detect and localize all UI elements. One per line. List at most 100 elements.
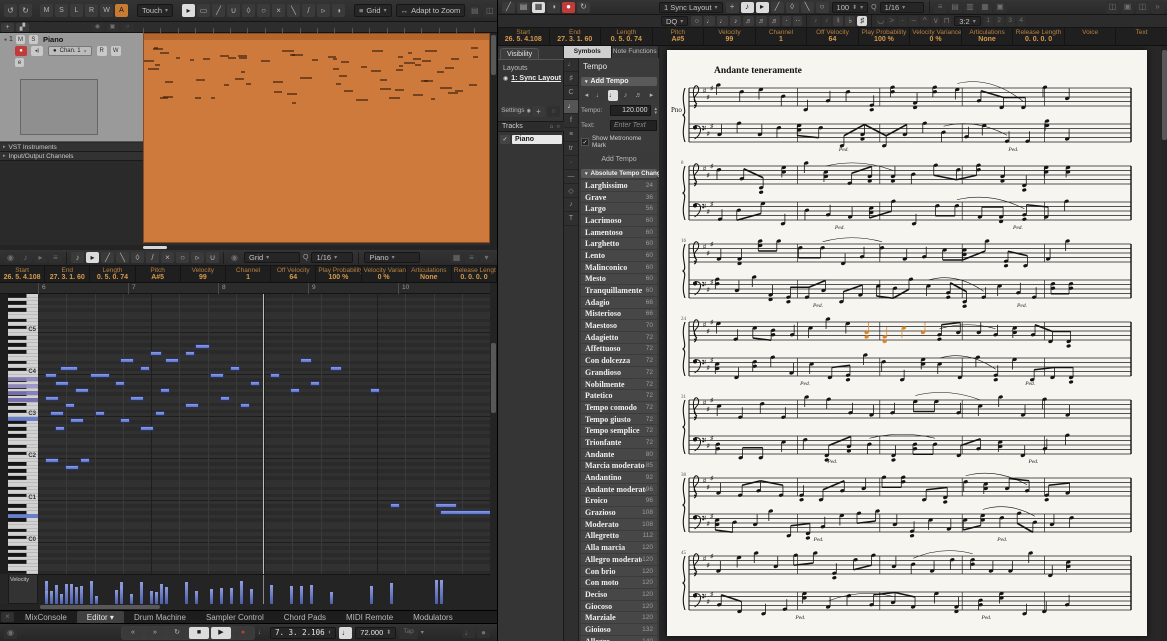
clef-icon[interactable]: ♩ <box>564 58 578 72</box>
up-bow-button[interactable]: ∨ <box>931 16 941 26</box>
note-grid[interactable] <box>38 294 490 574</box>
flag-tool[interactable]: ▹ <box>191 252 204 263</box>
midi-note[interactable] <box>435 503 457 508</box>
score-system[interactable]: ♯♯♯♯♯♯Ped. Ped.45 <box>679 548 1139 622</box>
close-icon[interactable]: × <box>1 612 14 622</box>
split-tool[interactable]: ╱ <box>212 4 226 17</box>
layout-select[interactable]: 1 Sync Layout ▾ <box>659 1 723 13</box>
velocity-bar[interactable] <box>75 587 78 604</box>
midi-note[interactable] <box>45 396 59 401</box>
midi-note[interactable] <box>290 388 300 393</box>
articulations-icon[interactable]: · <box>564 156 578 170</box>
tab-drum-machine[interactable]: Drum Machine <box>124 611 196 624</box>
hand-tool[interactable]: + <box>725 1 739 13</box>
visibility-tab[interactable]: Visibility <box>500 48 540 59</box>
object-select-tool[interactable]: ▸ <box>182 4 196 17</box>
info-field-play-probability[interactable]: Play Probability 100 % <box>859 28 911 45</box>
score-system[interactable]: ♯♯♯♯♯♯Ped. Ped.16 <box>679 236 1139 310</box>
tempo-preset-item[interactable]: Allegro140 <box>581 635 657 641</box>
tempo-preset-item[interactable]: Eroico 96 <box>581 495 657 507</box>
tempo-preset-item[interactable]: Alla marcia 120 <box>581 542 657 553</box>
mute-tool[interactable]: × <box>272 4 286 17</box>
piano-keyboard[interactable]: C5 C4 C3 C2 C1 C0 <box>8 294 38 574</box>
sixty-fourth-note-button[interactable]: ♬ <box>769 16 781 26</box>
tempo-preset-item[interactable]: Grazioso 108 <box>581 507 657 518</box>
layout-radio-icon[interactable]: ◉ <box>503 75 508 82</box>
zoom-stepper[interactable]: ⬍ <box>852 4 857 11</box>
state-button-w[interactable]: W <box>100 4 113 17</box>
midi-note[interactable] <box>330 366 342 371</box>
midi-note[interactable] <box>45 458 59 463</box>
edit-mode-icon[interactable]: ▦ <box>532 1 545 13</box>
info-field-velocity[interactable]: Velocity 99 <box>704 28 756 45</box>
tempo-preset-item[interactable]: Larghissimo 24 <box>581 180 657 191</box>
chevron-down-icon[interactable]: ▾ <box>421 629 424 636</box>
midi-note[interactable] <box>130 396 144 401</box>
tempo-preset-item[interactable]: Larghetto 60 <box>581 238 657 250</box>
go-previous-button[interactable]: « <box>123 626 143 639</box>
velocity-bar[interactable] <box>65 584 68 604</box>
midi-note[interactable] <box>440 510 490 515</box>
tenuto-button[interactable]: – <box>909 16 919 26</box>
erase-tool[interactable]: ◊ <box>242 4 256 17</box>
colors-icon[interactable]: ▤ <box>948 1 962 13</box>
midi-note[interactable] <box>115 381 125 386</box>
score-system[interactable]: ♯♯♯♯♯♯Ped. Ped.31 <box>679 392 1139 466</box>
left-zone-icon[interactable]: ◫ <box>483 4 497 17</box>
range-select-tool[interactable]: ▭ <box>197 4 211 17</box>
midi-note[interactable] <box>55 381 69 386</box>
half-note-button[interactable]: ♩ <box>704 16 716 26</box>
lock-icon[interactable]: ▣ <box>993 1 1007 13</box>
symbols-icon[interactable]: ◇ <box>564 184 578 198</box>
tuplet-select[interactable]: 3:2 ▾ <box>954 16 981 26</box>
tempo-preset-item[interactable]: Andante moderato 96 <box>581 483 657 495</box>
midi-note[interactable] <box>310 381 320 386</box>
info-field-articulations[interactable]: Articulations None <box>962 28 1014 45</box>
info-field-velocity-variance[interactable]: Velocity Variance0 % <box>362 266 407 282</box>
quantize-select[interactable]: 1/16 ▾ <box>879 1 924 13</box>
lines-icon[interactable]: — <box>564 170 578 184</box>
tempo-preset-item[interactable]: Trionfante 72 <box>581 437 657 448</box>
add-tempo-button[interactable]: Add Tempo <box>581 153 657 165</box>
info-field-channel[interactable]: Channel 1 <box>756 28 808 45</box>
autoscroll-icon[interactable]: ▸ <box>34 252 47 263</box>
velocity-bar[interactable] <box>390 583 393 604</box>
tempo-preset-item[interactable]: Nobilmente 72 <box>581 378 657 390</box>
zoom-tool[interactable]: ○ <box>815 1 829 13</box>
filters-icon[interactable]: ≡ <box>933 1 947 13</box>
tempo-display[interactable]: 72.000 ⬍ <box>355 626 397 639</box>
tempo-preset-item[interactable]: Deciso 120 <box>581 589 657 600</box>
velocity-bar[interactable] <box>165 587 168 604</box>
tempo-preset-item[interactable]: Affettuoso 72 <box>581 343 657 355</box>
tab-modulators[interactable]: Modulators <box>403 611 463 624</box>
velocity-bar[interactable] <box>330 592 333 604</box>
note-value-next-button[interactable]: ▸ <box>646 90 657 101</box>
midi-note[interactable] <box>50 411 64 416</box>
midi-note[interactable] <box>230 366 240 371</box>
tab-sampler-control[interactable]: Sampler Control <box>196 611 274 624</box>
double-dot-button[interactable]: ·· <box>793 16 803 26</box>
settings-icon[interactable]: ▾ <box>480 252 493 263</box>
midi-note[interactable] <box>240 403 250 408</box>
midi-activity-icon[interactable]: ◉ <box>4 626 17 639</box>
info-field-length[interactable]: Length 0. 5. 0. 74 <box>90 266 136 282</box>
tempo-value-field[interactable]: 120.000 <box>610 105 652 116</box>
tempo-preset-item[interactable]: Adagio 66 <box>581 296 657 308</box>
score-view[interactable]: Andante teneramente Pno ♯ ♯ ♯ ♯ ♯ ♯ Ped. Ped. ♯ ♯… <box>659 46 1161 641</box>
feedback-icon[interactable]: ♪ <box>19 252 32 263</box>
staccato-button[interactable]: · <box>898 16 908 26</box>
velocity-bar[interactable] <box>120 586 123 604</box>
precount-icon[interactable]: ● <box>477 627 490 638</box>
midi-note[interactable] <box>140 366 150 371</box>
position-display[interactable]: 7. 3. 2.106 ⬍ <box>270 626 337 639</box>
midi-note[interactable] <box>95 411 105 416</box>
erase-tool[interactable]: ◊ <box>785 1 799 13</box>
use-sizes-icon[interactable]: ▞ <box>16 22 29 32</box>
state-button-s[interactable]: S <box>55 4 68 17</box>
state-button-l[interactable]: L <box>70 4 83 17</box>
midi-note[interactable] <box>165 358 179 363</box>
tempo-preset-item[interactable]: Tempo semplice 72 <box>581 425 657 437</box>
sharp-button[interactable]: ♯ <box>857 16 868 26</box>
info-field-voice[interactable]: Voice <box>1065 28 1117 45</box>
info-field-off-velocity[interactable]: Off Velocity 64 <box>807 28 859 45</box>
